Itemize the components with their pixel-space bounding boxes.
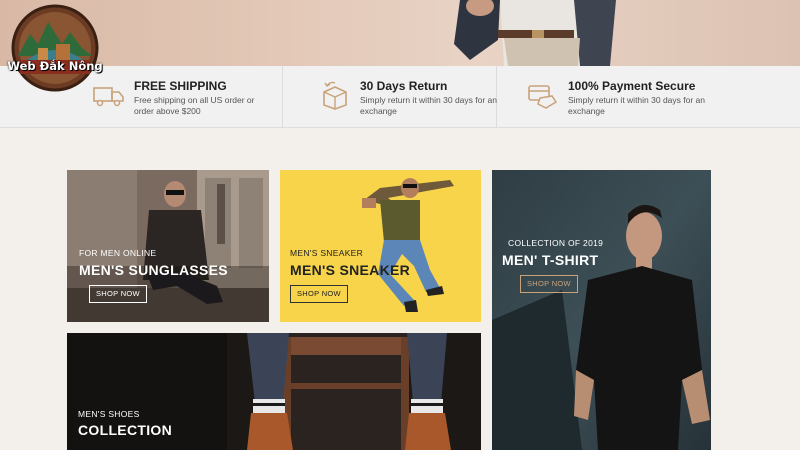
banner-mens-sneaker[interactable]: MEN'S SNEAKER MEN'S SNEAKER SHOP NOW: [280, 170, 481, 322]
banner-subtitle: COLLECTION OF 2019: [508, 238, 604, 248]
logo-badge-icon: [11, 4, 99, 92]
feature-title: FREE SHIPPING: [134, 79, 227, 93]
feature-free-shipping: FREE SHIPPING Free shipping on all US or…: [92, 66, 272, 128]
features-bar: FREE SHIPPING Free shipping on all US or…: [0, 66, 800, 128]
banner-mens-sunglasses[interactable]: FOR MEN ONLINE MEN'S SUNGLASSES SHOP NOW: [67, 170, 269, 322]
feature-title: 30 Days Return: [360, 79, 448, 93]
logo-text: Web Đắk Nông: [7, 59, 103, 73]
secure-payment-icon: [528, 85, 558, 109]
tshirt-model-image: [492, 170, 711, 450]
feature-30-days-return: 30 Days Return Simply return it within 3…: [318, 66, 497, 128]
hero-banner: [0, 0, 800, 66]
banner-title: MEN' T-SHIRT: [502, 252, 599, 268]
banner-title: COLLECTION: [78, 422, 172, 438]
return-box-icon: [323, 81, 347, 110]
banner-title: MEN'S SNEAKER: [290, 262, 411, 278]
banner-shoes-collection[interactable]: MEN'S SHOES COLLECTION: [67, 333, 481, 450]
feature-desc: Simply return it within 30 days for an e…: [360, 95, 498, 116]
feature-payment-secure: 100% Payment Secure Simply return it wit…: [526, 66, 726, 128]
site-logo[interactable]: Web Đắk Nông: [4, 4, 106, 92]
banner-subtitle: MEN'S SNEAKER: [290, 248, 364, 258]
banner-subtitle: MEN'S SHOES: [78, 409, 140, 419]
feature-title: 100% Payment Secure: [568, 79, 696, 93]
shop-now-button[interactable]: SHOP NOW: [290, 285, 348, 303]
banner-title: MEN'S SUNGLASSES: [79, 262, 228, 278]
banner-mens-tshirt[interactable]: COLLECTION OF 2019 MEN' T-SHIRT SHOP NOW: [492, 170, 711, 450]
hero-model-image: [454, 0, 616, 66]
feature-desc: Free shipping on all US order or order a…: [134, 95, 255, 116]
feature-divider: [282, 66, 283, 128]
feature-desc: Simply return it within 30 days for an e…: [568, 95, 706, 116]
shop-now-button[interactable]: SHOP NOW: [520, 275, 578, 293]
banner-subtitle: FOR MEN ONLINE: [79, 248, 157, 258]
shop-now-button[interactable]: SHOP NOW: [89, 285, 147, 303]
